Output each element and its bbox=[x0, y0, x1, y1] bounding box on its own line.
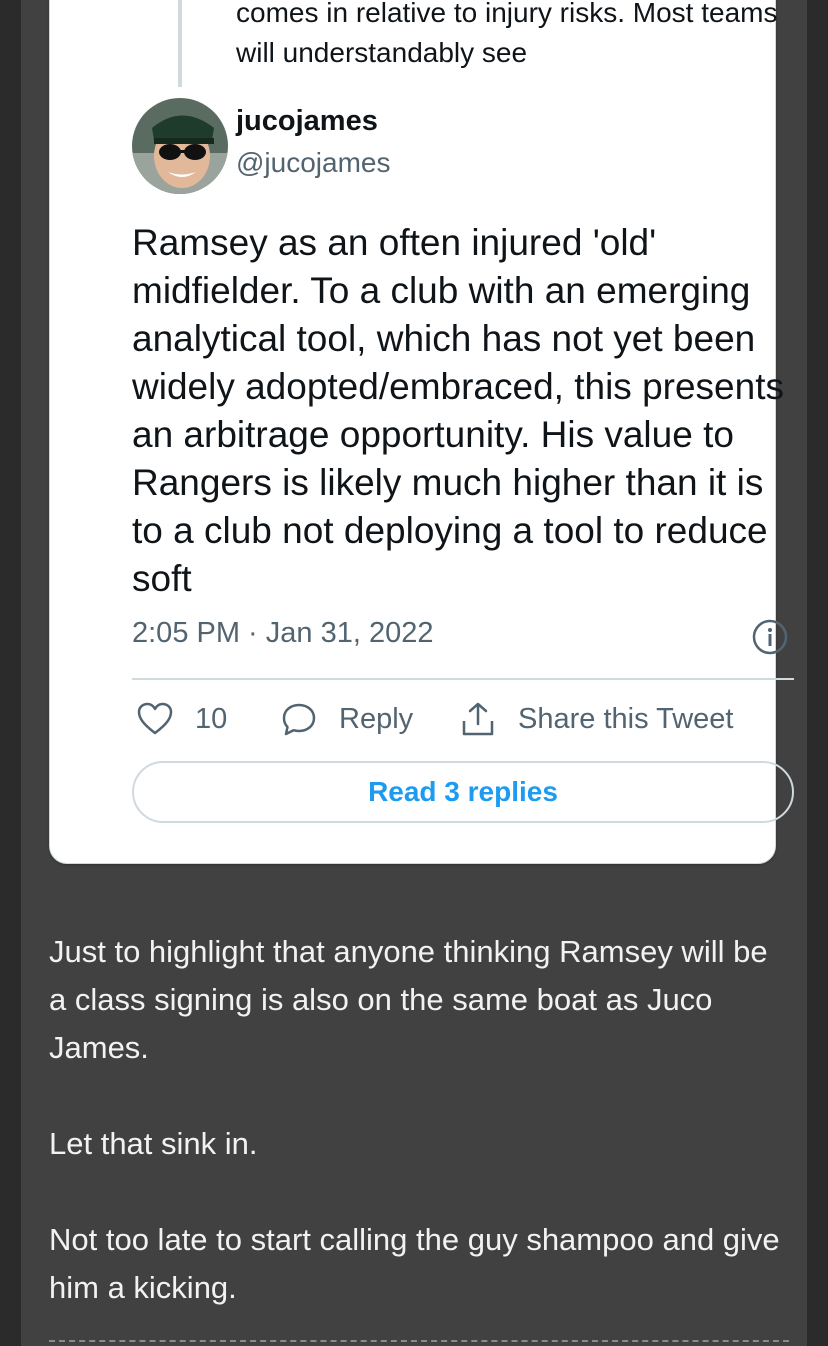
quoted-tweet-text: comes in relative to injury risks. Most … bbox=[236, 0, 778, 68]
post-separator bbox=[49, 1340, 789, 1342]
post-paragraph-3: Not too late to start calling the guy sh… bbox=[49, 1222, 780, 1305]
tweet-body-text: Ramsey as an often injured 'old' midfiel… bbox=[132, 222, 784, 599]
share-label: Share this Tweet bbox=[518, 702, 734, 735]
tweet-handle[interactable]: @jucojames bbox=[236, 147, 390, 179]
post-paragraph-2: Let that sink in. bbox=[49, 1126, 258, 1161]
info-icon[interactable] bbox=[752, 619, 788, 655]
heart-icon bbox=[137, 702, 173, 736]
share-tweet-button[interactable]: Share this Tweet bbox=[460, 699, 733, 739]
quoted-tweet-thread-line bbox=[178, 0, 182, 87]
embedded-tweet-card[interactable]: comes in relative to injury risks. Most … bbox=[49, 0, 794, 864]
like-button[interactable]: 10 bbox=[137, 699, 227, 739]
post-paragraph-1: Just to highlight that anyone thinking R… bbox=[49, 934, 768, 1065]
like-count: 10 bbox=[195, 702, 228, 735]
reply-button[interactable]: Reply bbox=[281, 699, 413, 739]
avatar[interactable] bbox=[132, 98, 228, 194]
read-replies-button[interactable]: Read 3 replies bbox=[132, 761, 794, 823]
avatar-photo-icon bbox=[132, 98, 228, 194]
reply-bubble-icon bbox=[281, 701, 317, 737]
share-icon bbox=[460, 701, 496, 737]
tweet-divider bbox=[132, 678, 794, 680]
reply-label: Reply bbox=[339, 702, 414, 735]
tweet-timestamp[interactable]: 2:05 PM · Jan 31, 2022 bbox=[132, 617, 433, 650]
tweet-display-name[interactable]: jucojames bbox=[236, 105, 378, 138]
